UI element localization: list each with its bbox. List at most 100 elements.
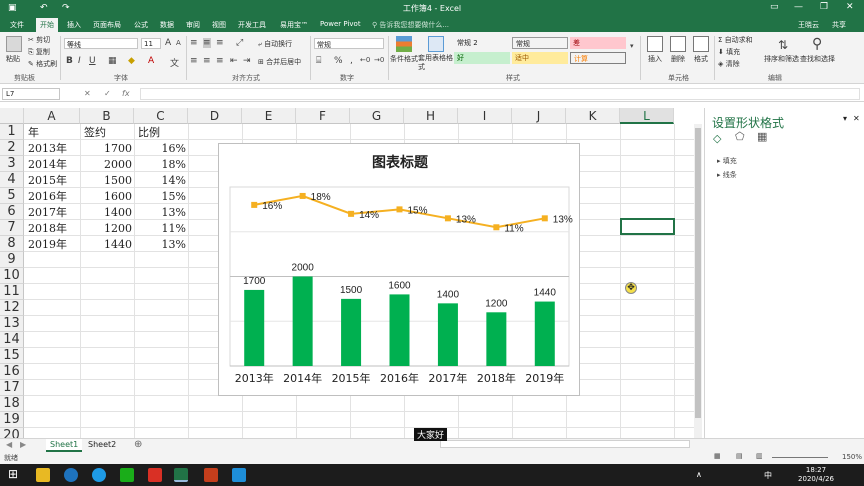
wechat-icon[interactable] — [120, 468, 134, 482]
file-explorer-icon[interactable] — [36, 468, 50, 482]
edge-icon[interactable] — [64, 468, 78, 482]
fill-line-icon[interactable]: ◇ — [713, 132, 721, 145]
user-name[interactable]: 王晓云 — [798, 20, 819, 30]
delete-cells-icon[interactable] — [670, 36, 686, 52]
tab-easy-tools[interactable]: 易用宝™ — [280, 20, 308, 30]
row-header[interactable]: 13 — [0, 316, 24, 332]
column-header-selected[interactable]: L — [620, 108, 674, 124]
merge-center-button[interactable]: ⊞ 合并后居中 — [258, 57, 301, 67]
row-header[interactable]: 2 — [0, 140, 24, 156]
sort-filter-button[interactable]: 排序和筛选 — [764, 54, 799, 64]
style-bad[interactable]: 差 — [570, 37, 626, 49]
find-select-button[interactable]: 查找和选择 — [800, 54, 835, 64]
ie-icon[interactable] — [92, 468, 106, 482]
conditional-format-button[interactable]: 条件格式 — [390, 54, 418, 64]
font-color-icon[interactable]: A — [148, 56, 154, 66]
table-cell-ratio[interactable]: 16% — [134, 141, 186, 156]
border-icon[interactable]: ▦ — [108, 56, 117, 66]
formula-input[interactable] — [140, 88, 860, 100]
system-clock[interactable]: 18:27 2020/4/26 — [796, 466, 836, 484]
row-header[interactable]: 15 — [0, 348, 24, 364]
tab-power-pivot[interactable]: Power Pivot — [320, 20, 361, 28]
find-icon[interactable]: ⚲ — [812, 36, 822, 52]
ribbon-display-icon[interactable]: ▭ — [770, 2, 779, 12]
align-center-icon[interactable]: ≡ — [203, 56, 211, 66]
insert-cells-icon[interactable] — [647, 36, 663, 52]
sheet-tab[interactable]: Sheet1 — [46, 439, 83, 452]
input-language[interactable]: 中 — [764, 470, 772, 481]
row-header[interactable]: 17 — [0, 380, 24, 396]
table-cell-year[interactable]: 2014年 — [28, 157, 67, 172]
tell-me-search[interactable]: ⚲ 告诉我您想要做什么... — [372, 20, 449, 30]
format-cells-icon[interactable] — [693, 36, 709, 52]
minimize-icon[interactable]: — — [794, 2, 803, 12]
column-header[interactable]: B — [80, 108, 134, 124]
clear-button[interactable]: ◈ 清除 — [718, 59, 740, 69]
table-cell-value[interactable]: 1700 — [80, 141, 132, 156]
tab-view[interactable]: 视图 — [212, 20, 226, 30]
recorder-icon[interactable] — [232, 468, 246, 482]
currency-icon[interactable]: ⌸ — [316, 56, 321, 66]
cancel-icon[interactable]: ✕ — [84, 89, 91, 98]
copy-button[interactable]: ⎘ 复制 — [28, 47, 50, 57]
column-header[interactable]: F — [296, 108, 350, 124]
row-header[interactable]: 3 — [0, 156, 24, 172]
row-header[interactable]: 19 — [0, 412, 24, 428]
tab-data[interactable]: 数据 — [160, 20, 174, 30]
sheet-tab[interactable]: Sheet2 — [84, 439, 120, 452]
format-painter-button[interactable]: ✎ 格式刷 — [28, 59, 57, 69]
prev-sheet-icon[interactable]: ◀ — [6, 440, 12, 449]
maximize-icon[interactable]: ❐ — [820, 2, 828, 12]
style-normal-2[interactable]: 常规 2 — [454, 37, 510, 49]
tab-file[interactable]: 文件 — [10, 20, 24, 30]
table-cell-ratio[interactable]: 13% — [134, 237, 186, 252]
column-header[interactable]: C — [134, 108, 188, 124]
scroll-thumb[interactable] — [695, 128, 701, 418]
column-header[interactable]: G — [350, 108, 404, 124]
increase-indent-icon[interactable]: ⇥ — [243, 56, 251, 66]
insert-cells-button[interactable]: 插入 — [648, 54, 662, 64]
next-sheet-icon[interactable]: ▶ — [20, 440, 26, 449]
column-header[interactable]: E — [242, 108, 296, 124]
tab-insert[interactable]: 插入 — [67, 20, 81, 30]
pane-close-icon[interactable]: ✕ — [853, 114, 860, 123]
paste-icon[interactable] — [6, 36, 22, 52]
style-calculation[interactable]: 计算 — [570, 52, 626, 64]
table-cell-year[interactable]: 2016年 — [28, 189, 67, 204]
align-right-icon[interactable]: ≡ — [216, 56, 224, 66]
top-align-icon[interactable]: ≡ — [190, 38, 198, 48]
column-header[interactable]: J — [512, 108, 566, 124]
comma-icon[interactable]: , — [350, 56, 353, 66]
horizontal-scrollbar[interactable] — [440, 440, 690, 448]
table-cell-value[interactable]: 1400 — [80, 205, 132, 220]
style-neutral[interactable]: 适中 — [512, 52, 568, 64]
percent-icon[interactable]: % — [334, 56, 343, 66]
tray-expand-icon[interactable]: ∧ — [696, 470, 702, 479]
row-header[interactable]: 18 — [0, 396, 24, 412]
italic-icon[interactable]: I — [78, 56, 81, 66]
table-cell-ratio[interactable]: 11% — [134, 221, 186, 236]
normal-view-icon[interactable]: ▦ — [714, 452, 721, 460]
style-good[interactable]: 好 — [454, 52, 510, 64]
paste-button[interactable]: 粘贴 — [6, 54, 20, 64]
number-format-select[interactable]: 常规 — [314, 38, 384, 49]
format-as-table-icon[interactable] — [428, 36, 444, 52]
table-cell-ratio[interactable]: 18% — [134, 157, 186, 172]
size-properties-icon[interactable]: ▦ — [757, 130, 767, 143]
table-cell-year[interactable]: 2019年 — [28, 237, 67, 252]
pane-item-line[interactable]: ▸ 线条 — [717, 170, 737, 180]
row-header[interactable]: 6 — [0, 204, 24, 220]
row-header[interactable]: 7 — [0, 220, 24, 236]
row-header[interactable]: 11 — [0, 284, 24, 300]
fill-color-icon[interactable]: ◆ — [128, 56, 135, 66]
table-cell-value[interactable]: 2000 — [80, 157, 132, 172]
enter-icon[interactable]: ✓ — [104, 89, 111, 98]
row-header[interactable]: 16 — [0, 364, 24, 380]
app-icon[interactable] — [148, 468, 162, 482]
page-layout-view-icon[interactable]: ▤ — [736, 452, 743, 460]
combo-chart[interactable]: 图表标题 1700 2013年 2000 2014年 1500 2015年 1600 2016… — [218, 143, 580, 396]
table-cell-value[interactable]: 1500 — [80, 173, 132, 188]
row-header[interactable]: 8 — [0, 236, 24, 252]
delete-cells-button[interactable]: 删除 — [671, 54, 685, 64]
font-name-select[interactable]: 等线 — [64, 38, 138, 49]
